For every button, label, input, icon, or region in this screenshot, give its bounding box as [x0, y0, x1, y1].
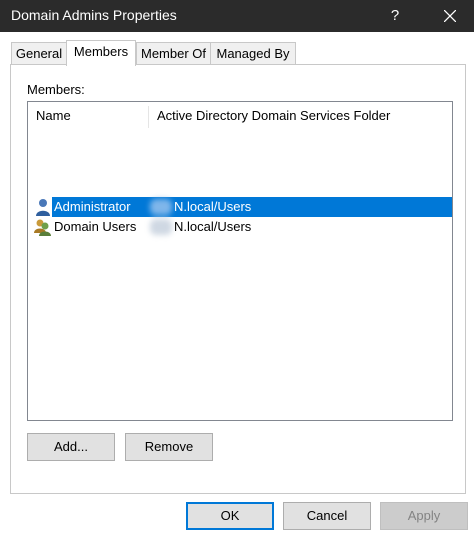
- close-button[interactable]: [430, 0, 470, 32]
- tab-general[interactable]: General: [11, 42, 67, 65]
- members-label: Members:: [27, 82, 85, 97]
- members-list[interactable]: Name Active Directory Domain Services Fo…: [27, 101, 453, 421]
- member-name: Administrator: [54, 199, 131, 214]
- apply-button[interactable]: Apply: [380, 502, 468, 530]
- list-item-domain-users[interactable]: Domain Users N.local/Users: [28, 217, 452, 237]
- member-name: Domain Users: [54, 219, 137, 234]
- dialog-footer: OK Cancel Apply: [0, 494, 474, 536]
- cancel-button[interactable]: Cancel: [283, 502, 371, 530]
- add-button[interactable]: Add...: [27, 433, 115, 461]
- group-icon: [34, 219, 51, 236]
- tab-members[interactable]: Members: [66, 40, 136, 66]
- ok-button[interactable]: OK: [186, 502, 274, 530]
- member-folder: N.local/Users: [174, 199, 252, 214]
- redacted-domain: [150, 219, 172, 235]
- member-folder: N.local/Users: [174, 219, 252, 234]
- user-icon: [36, 199, 50, 216]
- column-header-name[interactable]: Name: [28, 102, 148, 130]
- tab-member-of[interactable]: Member Of: [136, 42, 211, 65]
- tab-strip: General Members Member Of Managed By: [0, 32, 474, 66]
- members-tab-panel: Members: Name Active Directory Domain Se…: [10, 64, 466, 494]
- help-button[interactable]: ?: [383, 0, 407, 32]
- redacted-domain: [150, 199, 172, 215]
- list-header: Name Active Directory Domain Services Fo…: [28, 102, 452, 130]
- close-icon: [444, 10, 456, 22]
- list-item-administrator[interactable]: Administrator N.local/Users: [28, 197, 452, 217]
- remove-button[interactable]: Remove: [125, 433, 213, 461]
- title-bar: Domain Admins Properties ?: [0, 0, 474, 32]
- tab-managed-by[interactable]: Managed By: [210, 42, 296, 65]
- column-header-folder[interactable]: Active Directory Domain Services Folder: [149, 102, 449, 130]
- window-title: Domain Admins Properties: [11, 7, 177, 23]
